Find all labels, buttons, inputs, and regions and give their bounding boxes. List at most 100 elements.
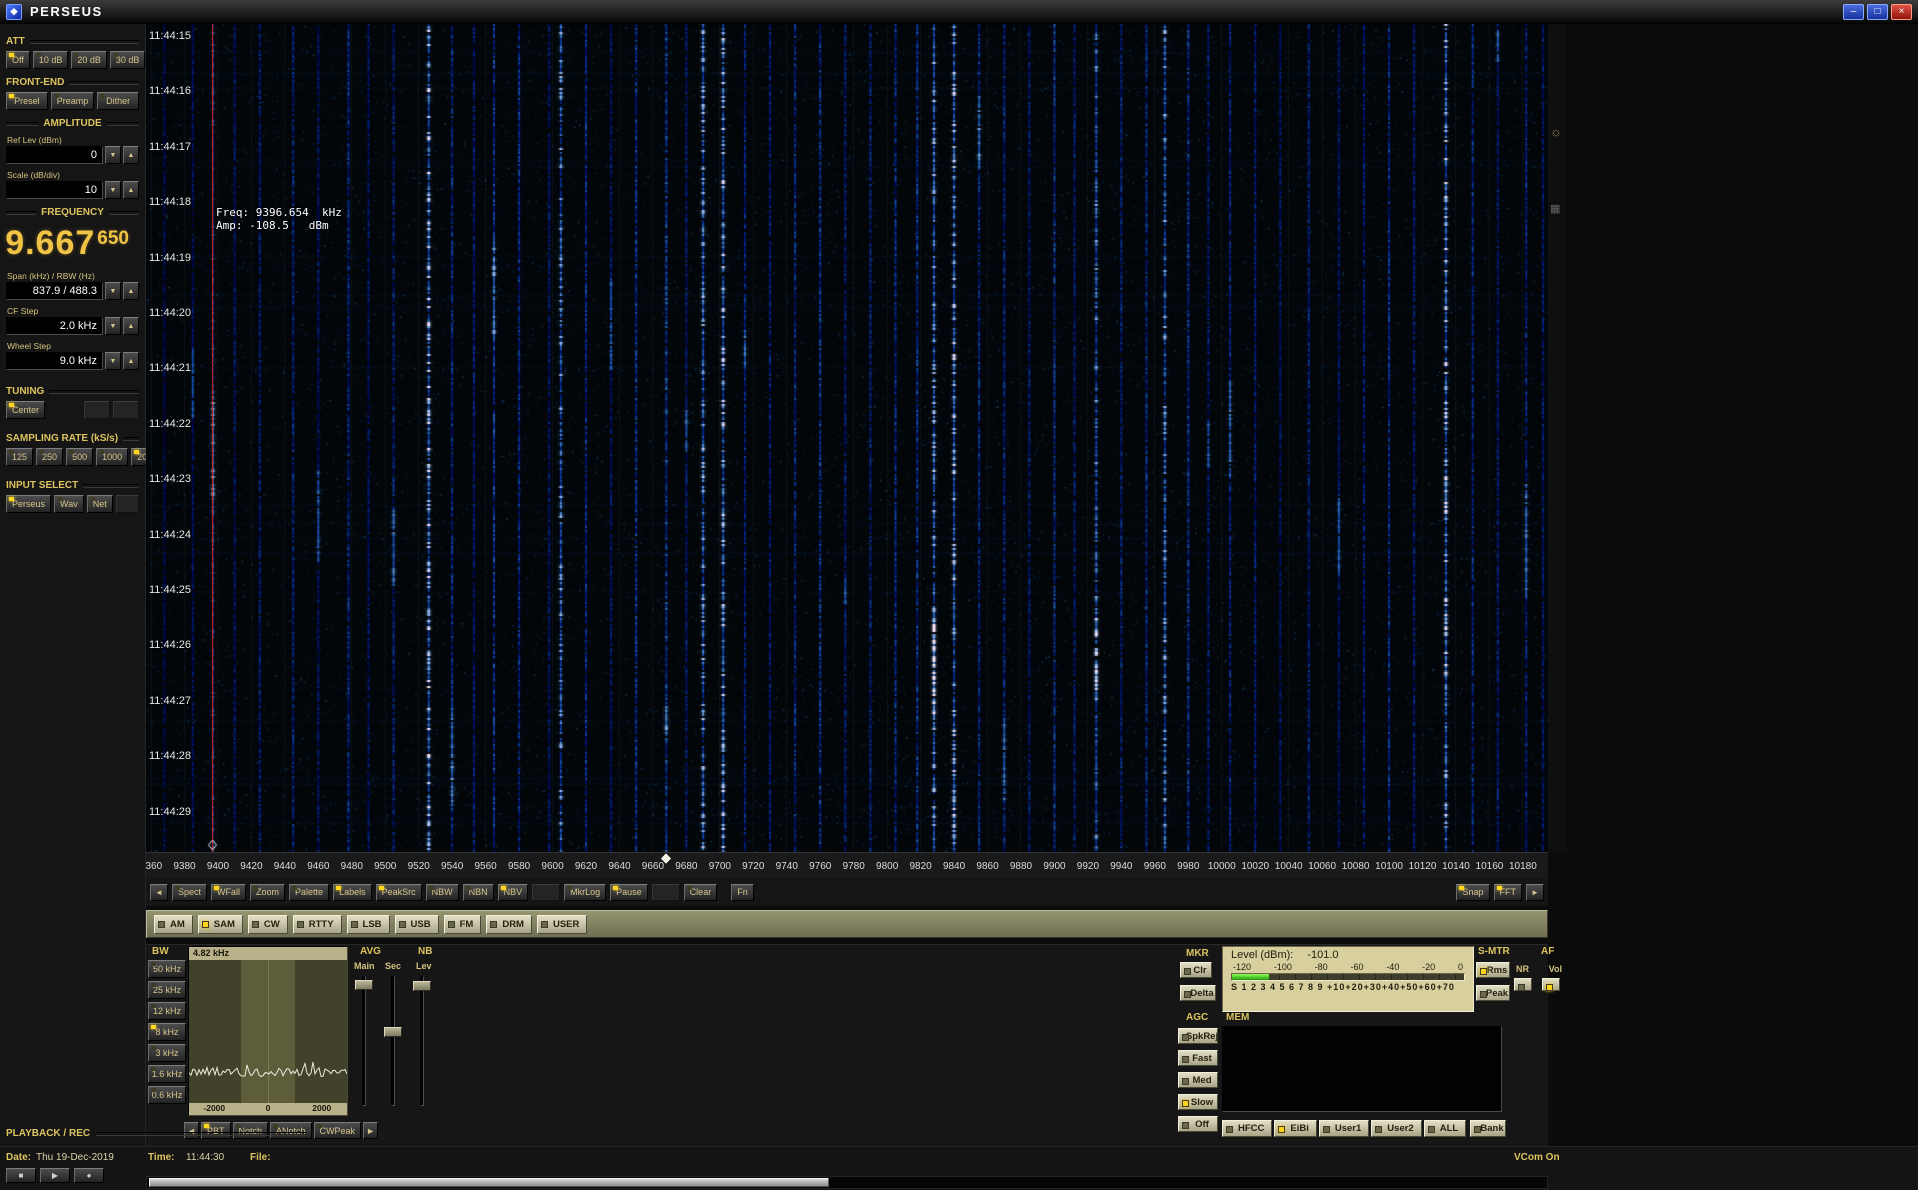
avg-sec-slider[interactable] bbox=[384, 976, 402, 1106]
record-button[interactable]: ● bbox=[74, 1168, 104, 1183]
avg-main-slider[interactable] bbox=[355, 976, 373, 1106]
drm-button[interactable]: DRM bbox=[486, 915, 532, 934]
toolbar-blank-2-button[interactable] bbox=[652, 884, 680, 901]
fast-button[interactable]: Fast bbox=[1178, 1050, 1218, 1066]
frequency-scale[interactable]: 9360938094009420944094609480950095209540… bbox=[146, 852, 1548, 878]
wfall-button[interactable]: WFall bbox=[211, 884, 246, 901]
peaksrc-button[interactable]: PeakSrc bbox=[376, 884, 422, 901]
8-khz-button[interactable]: 8 kHz bbox=[148, 1023, 186, 1041]
all-button[interactable]: ALL bbox=[1424, 1120, 1466, 1137]
slider-handle[interactable] bbox=[384, 1027, 402, 1037]
play-button[interactable]: ▶ bbox=[40, 1168, 70, 1183]
slider-handle[interactable] bbox=[355, 980, 373, 990]
nbw-button[interactable]: NBW bbox=[426, 884, 459, 901]
dither-button[interactable]: Dither bbox=[97, 92, 139, 110]
250-button[interactable]: 250 bbox=[36, 448, 63, 466]
peak-button[interactable]: Peak bbox=[1476, 985, 1510, 1001]
close-button[interactable]: × bbox=[1891, 4, 1912, 20]
10-db-button[interactable]: 10 dB bbox=[33, 51, 69, 69]
scroll-left-button[interactable]: ◄ bbox=[150, 884, 168, 901]
rtty-button[interactable]: RTTY bbox=[293, 915, 342, 934]
waterfall-canvas[interactable] bbox=[146, 24, 1548, 852]
clear-button[interactable]: Clear bbox=[684, 884, 718, 901]
app-icon[interactable]: ◆ bbox=[6, 4, 22, 20]
wheel-step-up-button[interactable]: ▲ bbox=[123, 352, 139, 370]
memory-list-box[interactable] bbox=[1222, 1026, 1502, 1112]
frequency-display[interactable]: 9.667650 bbox=[4, 222, 141, 265]
horizontal-scrollbar[interactable] bbox=[146, 1176, 1548, 1189]
scrollbar-thumb[interactable] bbox=[149, 1178, 829, 1187]
125-button[interactable]: 125 bbox=[6, 448, 33, 466]
wheel-step-value[interactable]: 9.0 kHz bbox=[6, 352, 103, 370]
ref-lev-value[interactable]: 0 bbox=[6, 146, 103, 164]
cf-step-up-button[interactable]: ▲ bbox=[123, 317, 139, 335]
med-button[interactable]: Med bbox=[1178, 1072, 1218, 1088]
25-khz-button[interactable]: 25 kHz bbox=[148, 981, 186, 999]
filter-passband-graph[interactable] bbox=[189, 960, 347, 1103]
sam-button[interactable]: SAM bbox=[198, 915, 243, 934]
rms-button[interactable]: Rms bbox=[1476, 962, 1510, 978]
cf-step-down-button[interactable]: ▼ bbox=[105, 317, 121, 335]
stop-button[interactable]: ■ bbox=[6, 1168, 36, 1183]
span-up-button[interactable]: ▲ bbox=[123, 282, 139, 300]
tuning-blank-2-button[interactable] bbox=[113, 401, 139, 419]
fft-button[interactable]: FFT bbox=[1494, 884, 1523, 901]
vol-button[interactable] bbox=[1542, 978, 1560, 991]
clr-button[interactable]: Clr bbox=[1180, 962, 1212, 978]
zoom-button[interactable]: Zoom bbox=[250, 884, 285, 901]
slider-handle[interactable] bbox=[413, 981, 431, 991]
gear-icon[interactable]: ☼ bbox=[1550, 124, 1562, 139]
nb-level-slider[interactable] bbox=[413, 976, 431, 1106]
filter-scroll-right-button[interactable]: ► bbox=[363, 1122, 378, 1139]
perseus-button[interactable]: Perseus bbox=[6, 495, 51, 513]
eibi-button[interactable]: EiBi bbox=[1274, 1120, 1316, 1137]
snap-button[interactable]: Snap bbox=[1456, 884, 1489, 901]
toolbar-blank-1-button[interactable] bbox=[532, 884, 560, 901]
lsb-button[interactable]: LSB bbox=[347, 915, 390, 934]
wheel-step-down-button[interactable]: ▼ bbox=[105, 352, 121, 370]
cf-step-value[interactable]: 2.0 kHz bbox=[6, 317, 103, 335]
am-button[interactable]: AM bbox=[154, 915, 193, 934]
preamp-button[interactable]: Preamp bbox=[51, 92, 95, 110]
scale-down-button[interactable]: ▼ bbox=[105, 181, 121, 199]
input-blank-button[interactable] bbox=[116, 495, 139, 513]
frequency-main-digits[interactable]: 9.667 bbox=[5, 224, 95, 262]
palette-button[interactable]: Palette bbox=[289, 884, 329, 901]
nbn-button[interactable]: NBN bbox=[463, 884, 494, 901]
if-filter-display[interactable]: 4.82 kHz -2000 0 2000 bbox=[188, 946, 348, 1116]
off-button[interactable]: Off bbox=[1178, 1116, 1218, 1132]
ref-lev-up-button[interactable]: ▲ bbox=[123, 146, 139, 164]
fn-button[interactable]: Fn bbox=[731, 884, 754, 901]
pause-button[interactable]: Pause bbox=[610, 884, 648, 901]
maximize-button[interactable]: □ bbox=[1867, 4, 1888, 20]
wav-button[interactable]: Wav bbox=[54, 495, 84, 513]
mkrlog-button[interactable]: MkrLog bbox=[564, 884, 606, 901]
cw-button[interactable]: CW bbox=[248, 915, 288, 934]
scale-value[interactable]: 10 bbox=[6, 181, 103, 199]
0-6-khz-button[interactable]: 0.6 kHz bbox=[148, 1086, 186, 1104]
scale-up-button[interactable]: ▲ bbox=[123, 181, 139, 199]
slow-button[interactable]: Slow bbox=[1178, 1094, 1218, 1110]
spkrej-button[interactable]: SpkRej bbox=[1178, 1028, 1218, 1044]
3-khz-button[interactable]: 3 kHz bbox=[148, 1044, 186, 1062]
presel-button[interactable]: Presel bbox=[6, 92, 48, 110]
grid-icon[interactable]: ▦ bbox=[1550, 202, 1560, 215]
ref-lev-down-button[interactable]: ▼ bbox=[105, 146, 121, 164]
frequency-frac-digits[interactable]: 650 bbox=[97, 228, 129, 249]
scroll-right-button[interactable]: ► bbox=[1526, 884, 1544, 901]
1-6-khz-button[interactable]: 1.6 kHz bbox=[148, 1065, 186, 1083]
user-button[interactable]: USER bbox=[537, 915, 587, 934]
nbv-button[interactable]: NBV bbox=[498, 884, 529, 901]
center-button[interactable]: Center bbox=[6, 401, 45, 419]
bank-button[interactable]: Bank bbox=[1470, 1120, 1506, 1137]
500-button[interactable]: 500 bbox=[66, 448, 93, 466]
50-khz-button[interactable]: 50 kHz bbox=[148, 960, 186, 978]
30-db-button[interactable]: 30 dB bbox=[110, 51, 146, 69]
labels-button[interactable]: Labels bbox=[333, 884, 372, 901]
user1-button[interactable]: User1 bbox=[1319, 1120, 1369, 1137]
span-down-button[interactable]: ▼ bbox=[105, 282, 121, 300]
usb-button[interactable]: USB bbox=[395, 915, 439, 934]
1000-button[interactable]: 1000 bbox=[96, 448, 128, 466]
net-button[interactable]: Net bbox=[87, 495, 113, 513]
20-db-button[interactable]: 20 dB bbox=[71, 51, 107, 69]
